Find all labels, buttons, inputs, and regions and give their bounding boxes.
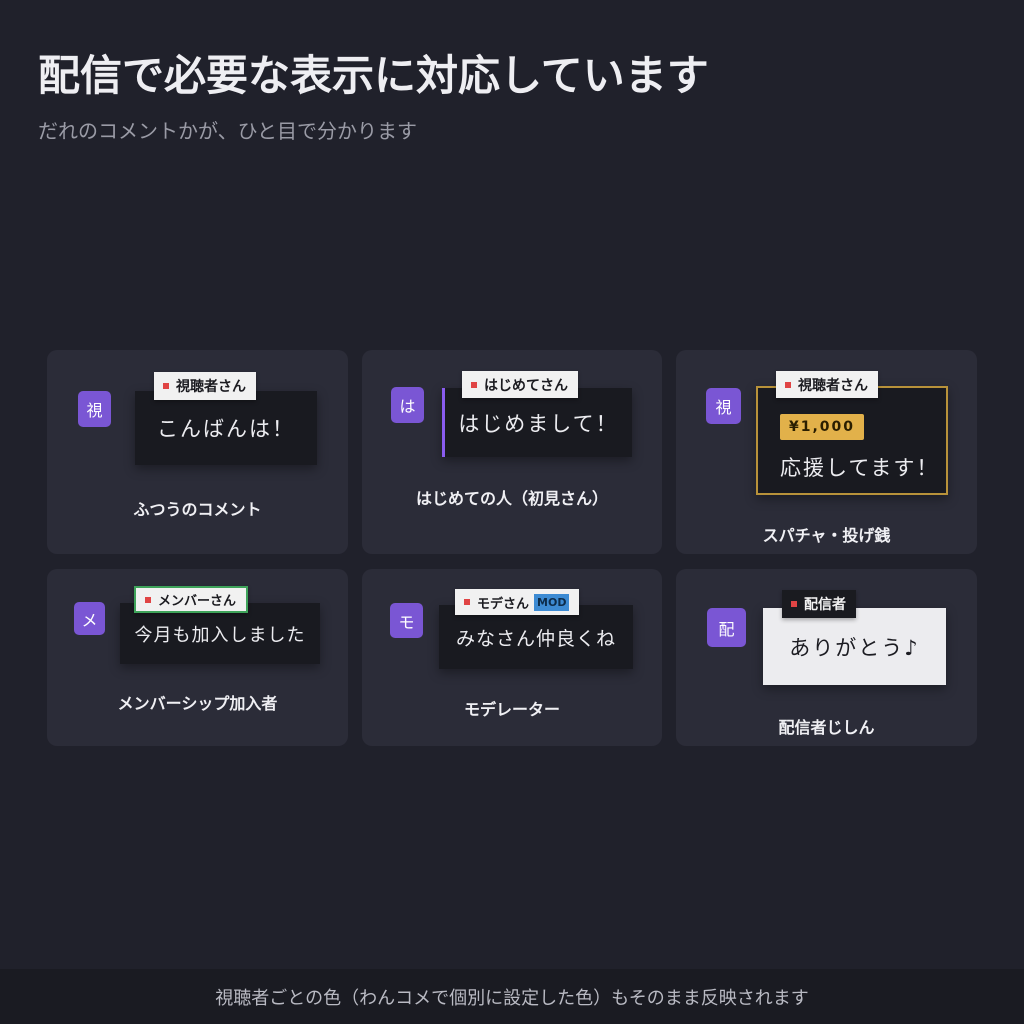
status-dot-icon (785, 381, 791, 388)
status-dot-icon (791, 601, 797, 607)
card-superchat: 視 ¥1,000 応援してます！ 視聴者さん スパチャ・投げ銭 (676, 350, 977, 554)
status-dot-icon (145, 596, 151, 603)
card-caption: 配信者じしん (778, 718, 875, 737)
name-tag-label: 配信者 (804, 597, 846, 613)
comment-text: 今月も加入しました (134, 624, 306, 646)
card-caption: ふつうのコメント (133, 500, 262, 519)
card-caption: メンバーシップ加入者 (117, 694, 278, 713)
comment-text: こんばんは！ (157, 417, 295, 441)
page-title: 配信で必要な表示に対応しています (38, 51, 709, 100)
card-moderator: モ みなさん仲良くね モデさん MOD モデレーター (362, 569, 662, 746)
header: 配信で必要な表示に対応しています だれのコメントかが、ひと目で分かります (38, 42, 709, 144)
name-tag: 配信者 (782, 590, 856, 618)
name-tag: メンバーさん (134, 586, 249, 613)
avatar: 視 (706, 388, 741, 424)
name-tag: 視聴者さん (154, 372, 256, 400)
avatar: 配 (707, 608, 746, 647)
avatar: は (391, 387, 424, 423)
card-caption: モデレーター (463, 700, 560, 719)
mod-badge: MOD (534, 593, 570, 611)
name-tag-label: 視聴者さん (798, 377, 868, 394)
name-tag-label: モデさん (477, 596, 530, 612)
name-tag: はじめてさん (462, 371, 578, 398)
name-tag: 視聴者さん (776, 371, 878, 398)
comment-text: 応援してます！ (780, 456, 940, 480)
name-tag-label: はじめてさん (484, 377, 568, 394)
comment-text: ありがとう♪ (789, 635, 920, 660)
status-dot-icon (464, 599, 470, 605)
superchat-amount-badge: ¥1,000 (780, 414, 865, 440)
footer-note: 視聴者ごとの色（わんコメで個別に設定した色）もそのまま反映されます (0, 969, 1024, 1024)
comment-bubble: ありがとう♪ (763, 608, 946, 685)
comment-text: はじめまして！ (458, 411, 619, 436)
card-normal-comment: 視 こんばんは！ 視聴者さん ふつうのコメント (47, 350, 348, 554)
footer-text: 視聴者ごとの色（わんコメで個別に設定した色）もそのまま反映されます (215, 987, 809, 1009)
card-first-time: は はじめまして！ はじめてさん はじめての人（初見さん） (362, 350, 662, 554)
status-dot-icon (163, 383, 169, 389)
name-tag: モデさん MOD (455, 589, 580, 615)
avatar: 視 (78, 391, 111, 427)
card-caption: はじめての人（初見さん） (415, 489, 608, 508)
comment-text: みなさん仲良くね (455, 627, 616, 650)
status-dot-icon (471, 381, 477, 388)
name-tag-label: 視聴者さん (176, 379, 246, 395)
page-subtitle: だれのコメントかが、ひと目で分かります (38, 119, 417, 143)
avatar: モ (390, 603, 423, 638)
card-caption: スパチャ・投げ銭 (762, 526, 891, 545)
avatar: メ (74, 602, 105, 635)
card-member: メ 今月も加入しました メンバーさん メンバーシップ加入者 (47, 569, 348, 746)
comment-bubble: ¥1,000 応援してます！ (756, 386, 948, 495)
name-tag-label: メンバーさん (158, 594, 237, 609)
comment-bubble: こんばんは！ (135, 391, 317, 465)
comment-bubble: はじめまして！ (442, 388, 632, 457)
card-streamer: 配 ありがとう♪ 配信者 配信者じしん (676, 569, 977, 746)
